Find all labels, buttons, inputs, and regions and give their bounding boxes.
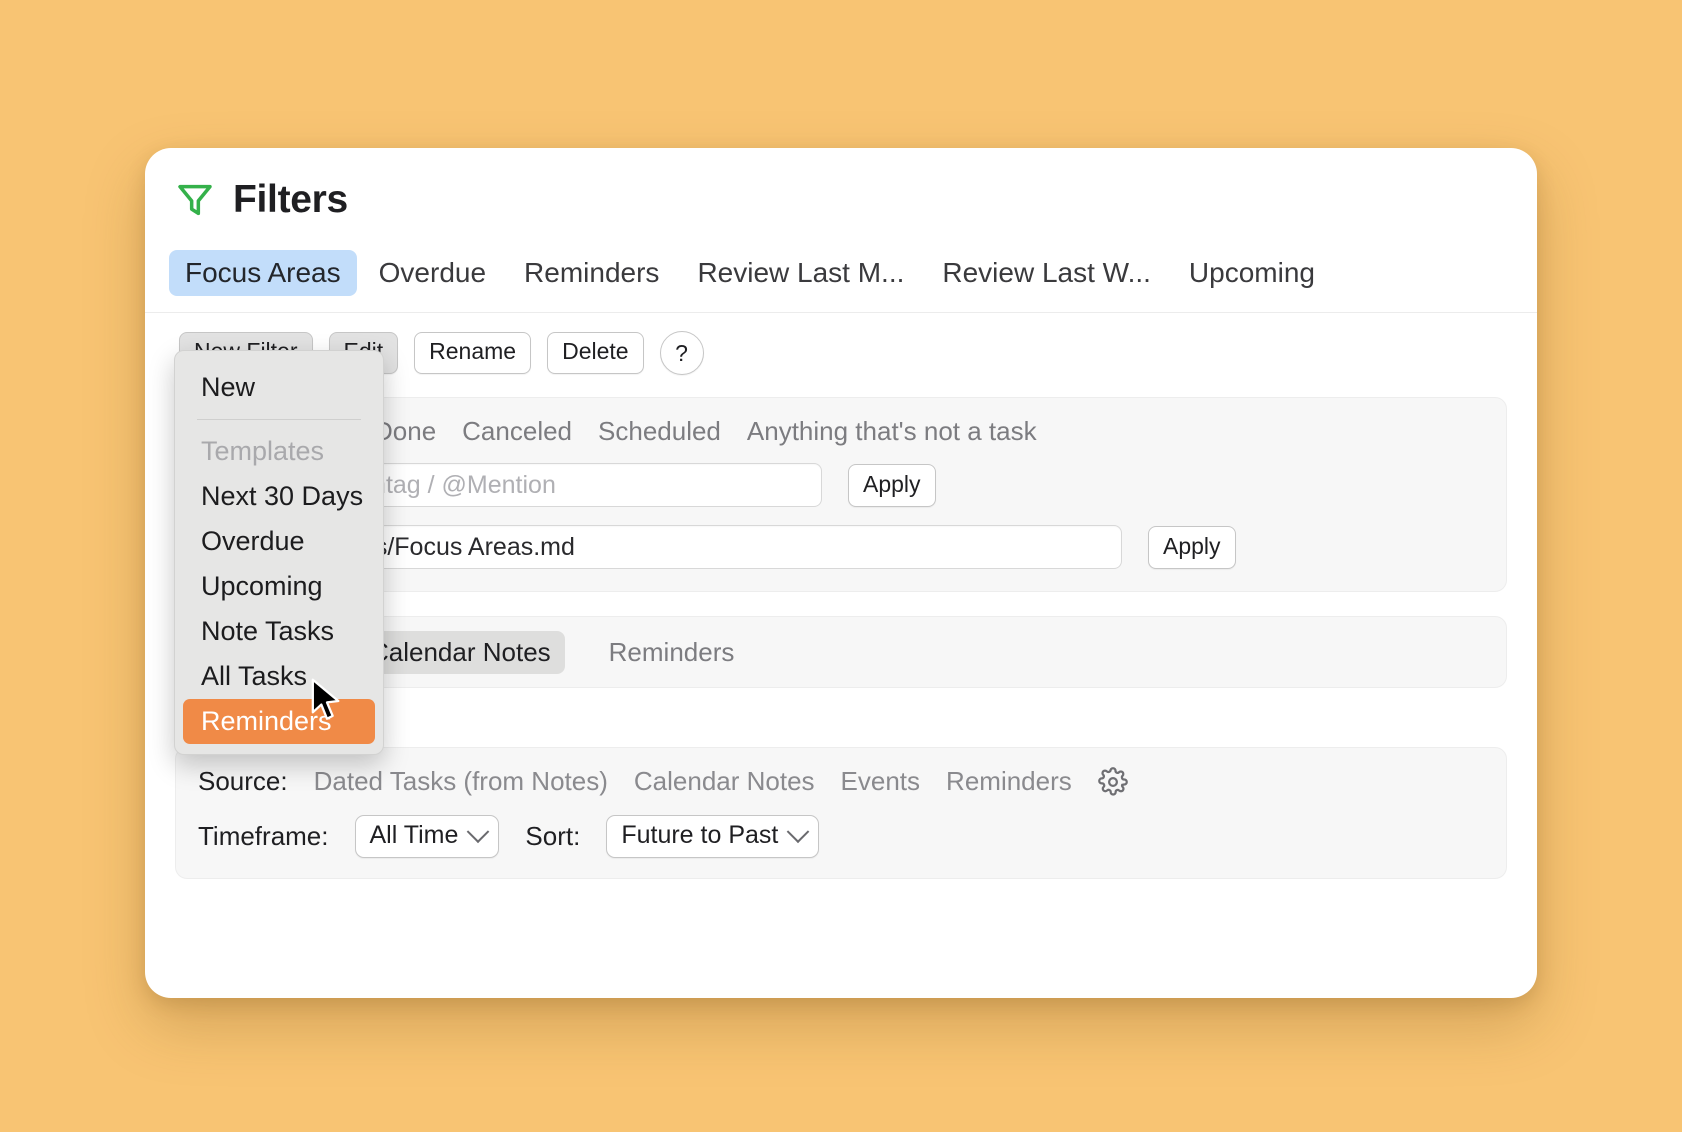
sort-label: Sort: (525, 821, 581, 851)
tab-review-last-week[interactable]: Review Last W... (926, 250, 1167, 296)
source-label: Source: (198, 766, 288, 796)
funnel-icon (175, 180, 215, 220)
window-header: Filters (145, 148, 1537, 222)
status-option-canceled[interactable]: Canceled (462, 416, 572, 447)
timeframe-value: All Time (369, 821, 459, 849)
menu-section-templates: Templates (201, 436, 325, 466)
source-panel: Source: Dated Tasks (from Notes) Calenda… (175, 747, 1507, 879)
page-title: Filters (233, 178, 348, 221)
menu-item-upcoming[interactable]: Upcoming (175, 564, 383, 609)
search-apply-button[interactable]: Apply (848, 463, 936, 507)
chevron-down-icon (787, 819, 810, 843)
tab-upcoming[interactable]: Upcoming (1173, 250, 1331, 296)
filter-tabs: Focus Areas Overdue Reminders Review Las… (145, 222, 1537, 313)
chevron-down-icon (467, 819, 490, 843)
timeframe-label: Timeframe: (198, 821, 329, 851)
tab-focus-areas[interactable]: Focus Areas (169, 250, 357, 296)
timeframe-sort-row: Timeframe: All Time Sort: Future to Past (176, 815, 1506, 858)
new-filter-dropdown-menu: New Templates Next 30 Days Overdue Upcom… (174, 350, 384, 755)
sort-select[interactable]: Future to Past (606, 815, 820, 858)
menu-item-reminders[interactable]: Reminders (183, 699, 375, 744)
source-option-events[interactable]: Events (841, 766, 921, 797)
menu-separator (197, 419, 361, 420)
source-row: Source: Dated Tasks (from Notes) Calenda… (176, 766, 1506, 797)
sort-value: Future to Past (621, 821, 779, 849)
menu-item-note-tasks[interactable]: Note Tasks (175, 609, 383, 654)
segment-calendar-notes[interactable]: Calendar Notes (356, 630, 565, 674)
rename-button[interactable]: Rename (414, 332, 532, 374)
timeframe-select[interactable]: All Time (354, 815, 500, 858)
status-option-not-a-task[interactable]: Anything that's not a task (747, 416, 1037, 447)
tab-review-last-month[interactable]: Review Last M... (681, 250, 920, 296)
source-option-calendar-notes[interactable]: Calendar Notes (634, 766, 815, 797)
gear-icon[interactable] (1097, 766, 1128, 797)
menu-item-next-30-days[interactable]: Next 30 Days (175, 474, 383, 519)
delete-button[interactable]: Delete (547, 332, 644, 374)
tab-overdue[interactable]: Overdue (363, 250, 502, 296)
status-option-scheduled[interactable]: Scheduled (598, 416, 721, 447)
source-option-dated-tasks[interactable]: Dated Tasks (from Notes) (314, 766, 608, 797)
tab-reminders[interactable]: Reminders (508, 250, 675, 296)
path-apply-button[interactable]: Apply (1148, 525, 1236, 569)
menu-item-new[interactable]: New (175, 365, 383, 410)
segment-reminders[interactable]: Reminders (595, 631, 749, 674)
menu-item-overdue[interactable]: Overdue (175, 519, 383, 564)
source-option-reminders[interactable]: Reminders (946, 766, 1072, 797)
menu-item-all-tasks[interactable]: All Tasks (175, 654, 383, 699)
help-button[interactable]: ? (659, 331, 704, 375)
